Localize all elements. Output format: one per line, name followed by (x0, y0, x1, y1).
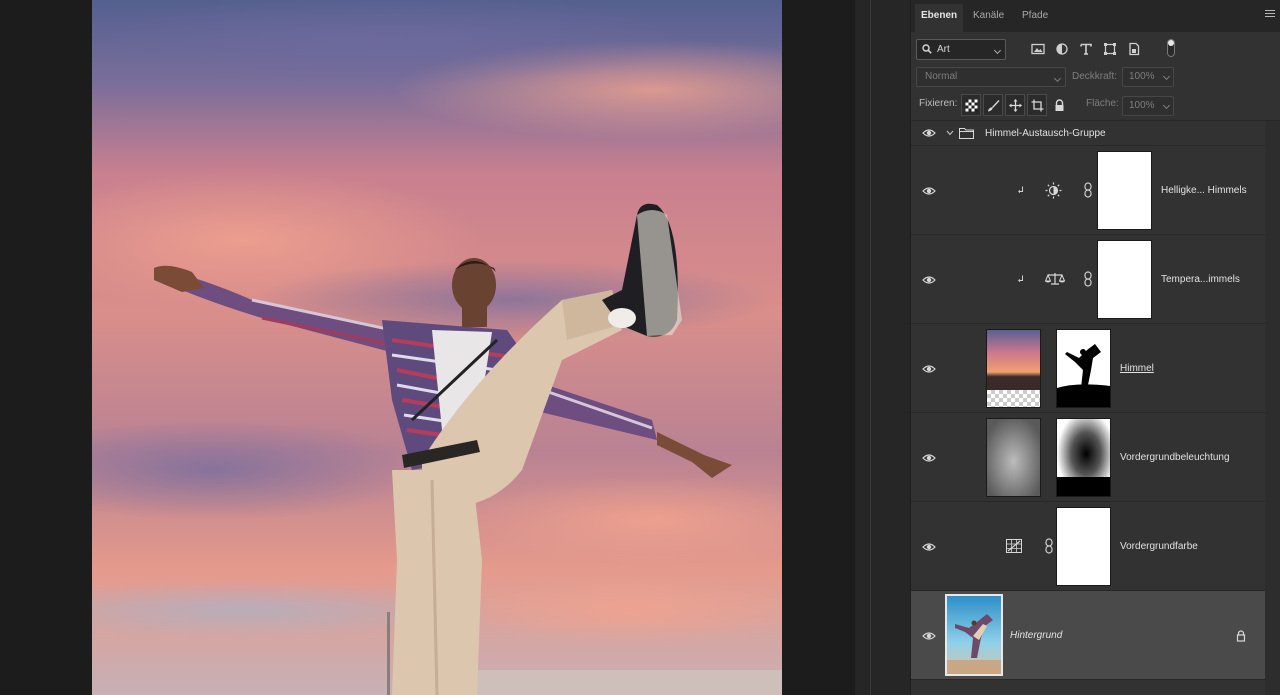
layer-mask-thumbnail[interactable] (1056, 418, 1111, 497)
layer-row-temperature[interactable]: Tempera...immels (911, 235, 1266, 324)
lock-artboard-icon (1031, 99, 1044, 112)
chevron-down-icon (1162, 101, 1171, 110)
fill-input[interactable]: 100% (1122, 96, 1174, 116)
layer-mask-thumbnail[interactable] (1056, 507, 1111, 586)
document-image[interactable] (92, 0, 782, 695)
layer-name[interactable]: Himmel (1120, 363, 1154, 374)
adjustment-layer-filter-icon[interactable] (1055, 42, 1069, 56)
panel-menu-icon[interactable] (1265, 10, 1275, 19)
fill-value: 100% (1129, 100, 1155, 111)
document-canvas-area[interactable] (0, 0, 855, 695)
layer-thumbnail-lighting[interactable] (986, 418, 1041, 497)
clipping-mask-arrow-icon (1018, 186, 1023, 194)
lock-icon[interactable] (1236, 630, 1246, 642)
lock-position-icon (1009, 99, 1022, 112)
channel-mixer-icon[interactable] (1006, 539, 1022, 553)
layer-row-brightness[interactable]: Helligke... Himmels (911, 146, 1266, 235)
visibility-eye-icon[interactable] (922, 453, 936, 463)
layer-thumbnail-sky[interactable] (986, 329, 1041, 408)
fill-label: Fläche: (1086, 98, 1119, 109)
layer-name[interactable]: Vordergrundfarbe (1120, 541, 1198, 552)
mask-link-icon[interactable] (1083, 182, 1093, 198)
layer-name[interactable]: Tempera...immels (1161, 274, 1240, 285)
pixel-layer-filter-icon[interactable] (1031, 42, 1045, 56)
tab-ebenen[interactable]: Ebenen (915, 4, 964, 32)
lock-image-pixels-icon (988, 100, 1000, 112)
layer-filter-select[interactable]: Art (916, 39, 1006, 60)
visibility-eye-icon[interactable] (922, 128, 936, 138)
layer-name[interactable]: Himmel-Austausch-Gruppe (985, 128, 1106, 139)
folder-icon (959, 128, 974, 139)
mask-link-icon[interactable] (1083, 271, 1093, 287)
layer-mask-thumbnail[interactable] (1097, 151, 1152, 230)
lock-transparent-pixels-icon (965, 99, 978, 112)
layer-list-scrollbar[interactable] (1265, 121, 1280, 695)
visibility-eye-icon[interactable] (922, 186, 936, 196)
lock-image-pixels-button[interactable] (983, 94, 1003, 116)
blend-mode-value: Normal (925, 71, 958, 82)
mask-link-icon[interactable] (1044, 538, 1054, 554)
layer-name[interactable]: Helligke... Himmels (1161, 185, 1247, 196)
blend-mode-select[interactable]: Normal (916, 67, 1066, 87)
layer-row-background[interactable]: Hintergrund (911, 591, 1266, 680)
text-layer-filter-icon[interactable] (1079, 42, 1093, 56)
document-photo (92, 0, 782, 695)
layer-mask-thumbnail[interactable] (1097, 240, 1152, 319)
layer-name[interactable]: Vordergrundbeleuchtung (1120, 452, 1230, 463)
opacity-label: Deckkraft: (1072, 71, 1118, 82)
lock-fill-row: Fixieren: Fläche: 100% (911, 94, 1280, 116)
layer-name[interactable]: Hintergrund (1010, 630, 1062, 641)
blend-opacity-row: Normal Deckkraft: 100% (911, 67, 1280, 87)
chevron-down-icon (1162, 72, 1171, 81)
brightness-contrast-icon[interactable] (1045, 182, 1062, 199)
layer-thumbnail-background[interactable] (945, 594, 1003, 676)
visibility-eye-icon[interactable] (922, 275, 936, 285)
color-balance-icon[interactable] (1045, 272, 1065, 286)
panel-tabbar: Ebenen Kanäle Pfade (911, 0, 1280, 32)
panel-dock-gutter (855, 0, 910, 695)
tab-kanaele[interactable]: Kanäle (967, 4, 1010, 28)
layers-panel: Ebenen Kanäle Pfade Art Normal Deckkraft… (910, 0, 1280, 695)
search-icon (922, 44, 932, 54)
smart-object-filter-icon[interactable] (1127, 42, 1141, 56)
lock-position-button[interactable] (1005, 94, 1025, 116)
lock-transparent-pixels-button[interactable] (961, 94, 981, 116)
panel-divider (870, 0, 871, 695)
lock-all-button[interactable] (1049, 94, 1069, 116)
filter-toggle-switch[interactable] (1167, 39, 1175, 57)
visibility-eye-icon[interactable] (922, 631, 936, 641)
opacity-value: 100% (1129, 71, 1155, 82)
chevron-down-icon (993, 46, 1002, 55)
visibility-eye-icon[interactable] (922, 542, 936, 552)
tab-pfade[interactable]: Pfade (1016, 4, 1054, 28)
layer-mask-thumbnail[interactable] (1056, 329, 1111, 408)
layer-row-sky[interactable]: Himmel (911, 324, 1266, 413)
layer-filter-value: Art (937, 44, 950, 55)
layer-row-foreground-lighting[interactable]: Vordergrundbeleuchtung (911, 413, 1266, 502)
chevron-down-icon[interactable] (946, 129, 954, 137)
layer-row-foreground-color[interactable]: Vordergrundfarbe (911, 502, 1266, 591)
opacity-input[interactable]: 100% (1122, 67, 1174, 87)
visibility-eye-icon[interactable] (922, 364, 936, 374)
lock-all-icon (1055, 99, 1064, 111)
layer-filter-row: Art (911, 38, 1280, 62)
shape-layer-filter-icon[interactable] (1103, 42, 1117, 56)
layer-list: Himmel-Austausch-Gruppe Helligke... Himm… (911, 121, 1266, 695)
layer-row-group[interactable]: Himmel-Austausch-Gruppe (911, 121, 1266, 146)
chevron-down-icon (1053, 74, 1062, 83)
lock-artboard-button[interactable] (1027, 94, 1047, 116)
clipping-mask-arrow-icon (1018, 275, 1023, 283)
lock-label: Fixieren: (919, 98, 958, 109)
